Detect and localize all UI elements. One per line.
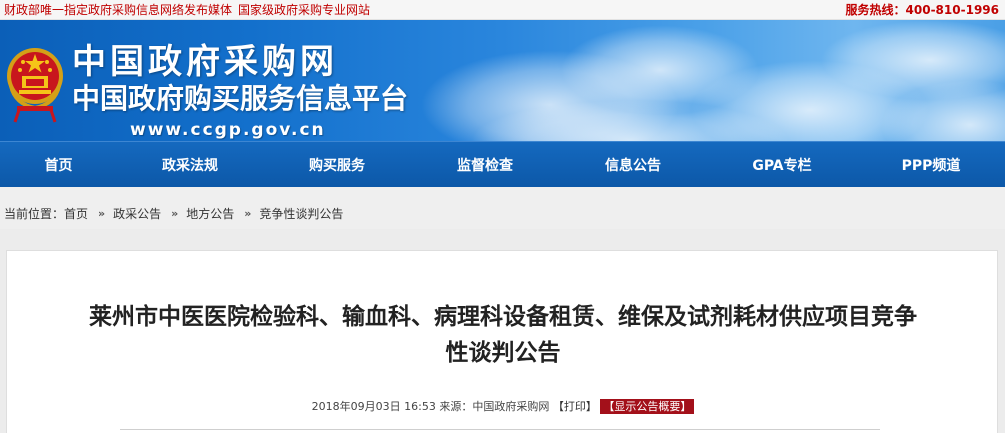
breadcrumb-procurement[interactable]: 政采公告 — [113, 205, 161, 222]
source-name: 中国政府采购网 — [472, 400, 550, 413]
top-info-left: 财政部唯一指定政府采购信息网络发布媒体 国家级政府采购专业网站 — [4, 1, 370, 18]
nav-item-gpa[interactable]: GPA专栏 — [707, 155, 857, 175]
site-title: 中国政府采购网 — [72, 42, 338, 82]
show-summary-button[interactable]: 【显示公告概要】 — [600, 399, 695, 414]
nav-item-supervision[interactable]: 监督检查 — [411, 155, 559, 175]
breadcrumb-current[interactable]: 竞争性谈判公告 — [259, 205, 343, 222]
publish-date: 2018年09月03日 — [311, 400, 401, 413]
article-panel: 莱州市中医医院检验科、输血科、病理科设备租赁、维保及试剂耗材供应项目竞争 性谈判… — [6, 250, 998, 433]
nav-item-purchase-services[interactable]: 购买服务 — [263, 155, 411, 175]
article-title-line1: 莱州市中医医院检验科、输血科、病理科设备租赁、维保及试剂耗材供应项目竞争 — [89, 304, 917, 330]
content-divider — [120, 429, 880, 430]
article-meta: 2018年09月03日 16:53 来源：中国政府采购网 【打印】 【显示公告概… — [7, 398, 999, 414]
breadcrumb-prefix: 当前位置： — [4, 206, 65, 221]
breadcrumb: 当前位置： 首页 » 政采公告 » 地方公告 » 竞争性谈判公告 — [0, 187, 1005, 229]
service-hotline: 服务热线：400-810-1996 — [845, 3, 999, 17]
source-label: 来源： — [439, 400, 473, 413]
site-url: www.ccgp.gov.cn — [130, 120, 326, 140]
print-link[interactable]: 【打印】 — [553, 400, 597, 413]
top-info-bar: 财政部唯一指定政府采购信息网络发布媒体 国家级政府采购专业网站 服务热线：400… — [0, 0, 1005, 20]
breadcrumb-separator: » — [171, 206, 179, 220]
article-title: 莱州市中医医院检验科、输血科、病理科设备租赁、维保及试剂耗材供应项目竞争 性谈判… — [17, 299, 989, 371]
article-title-line2: 性谈判公告 — [445, 340, 561, 366]
breadcrumb-separator: » — [244, 206, 252, 220]
breadcrumb-local[interactable]: 地方公告 — [186, 205, 234, 222]
site-brand[interactable]: 中国政府采购网 中国政府购买服务信息平台 www.ccgp.gov.cn — [72, 42, 408, 140]
site-subtitle: 中国政府购买服务信息平台 — [72, 82, 409, 115]
nav-item-regulations[interactable]: 政采法规 — [117, 155, 263, 175]
header-banner: 中国政府采购网 中国政府购买服务信息平台 www.ccgp.gov.cn — [0, 20, 1005, 141]
nav-item-home[interactable]: 首页 — [0, 155, 117, 175]
national-emblem-icon — [7, 48, 63, 123]
breadcrumb-separator: » — [98, 206, 106, 220]
nav-item-ppp[interactable]: PPP频道 — [857, 155, 1005, 175]
nav-item-announcements[interactable]: 信息公告 — [559, 155, 707, 175]
site-statement: 国家级政府采购专业网站 — [238, 3, 371, 17]
media-statement: 财政部唯一指定政府采购信息网络发布媒体 — [4, 3, 233, 17]
breadcrumb-home[interactable]: 首页 — [64, 205, 88, 222]
main-nav: 首页 政采法规 购买服务 监督检查 信息公告 GPA专栏 PPP频道 — [0, 141, 1005, 187]
publish-time: 16:53 — [404, 400, 436, 413]
